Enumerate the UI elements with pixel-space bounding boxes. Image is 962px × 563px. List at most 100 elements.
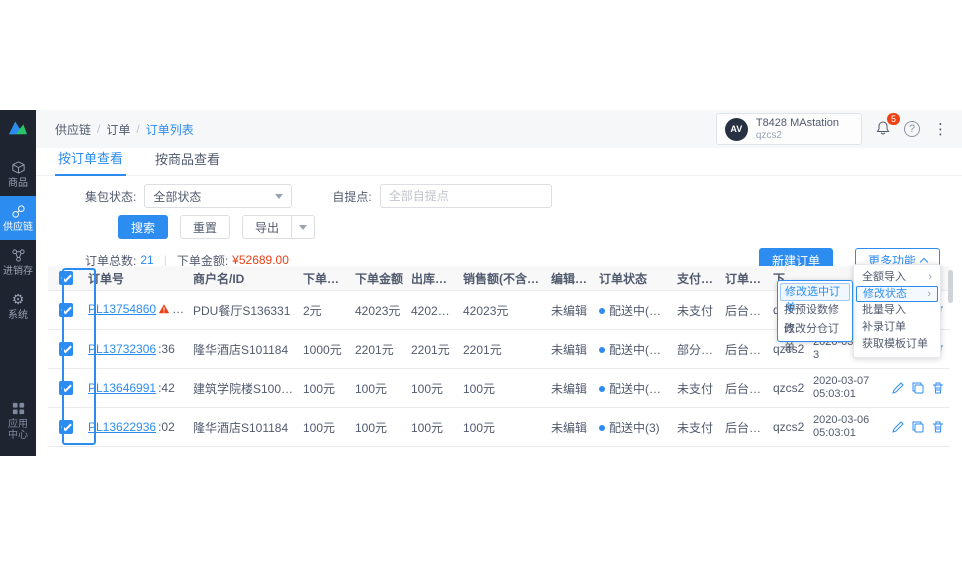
menu-item-label: 获取模板订单 (862, 336, 928, 353)
order-link[interactable]: PL13754860 (88, 302, 156, 316)
row-checkbox-cell (48, 420, 84, 434)
search-button[interactable]: 搜索 (118, 215, 168, 239)
header-merchant: 商户名/ID (189, 270, 299, 287)
order-amount-cell: 100元 (351, 419, 407, 436)
select-all-checkbox[interactable] (59, 271, 73, 285)
sales-amount-cell: 2201元 (459, 341, 547, 358)
inventory-icon (11, 248, 26, 263)
delete-button[interactable] (931, 420, 943, 434)
order-source-cell: 后台下单 (721, 341, 769, 358)
chevron-down-icon (275, 194, 283, 199)
header-sales-amount: 销售额(不含税、运) (459, 270, 547, 287)
user-menu[interactable]: AV T8428 MAstation qzcs2 (716, 113, 862, 145)
submenu-arrow-icon: › (928, 269, 932, 286)
order-amount-cell: 2201元 (351, 341, 407, 358)
header-order-amount: 下单金额 (351, 270, 407, 287)
submenu-item-modify-split[interactable]: 修改分仓订单 (778, 320, 852, 339)
kebab-menu-icon[interactable]: ⋮ (933, 120, 948, 138)
edit-button[interactable] (891, 381, 905, 395)
operator-cell: qzcs2 (769, 420, 809, 434)
row-checkbox-cell (48, 381, 84, 395)
sidebar-item-supply-chain[interactable]: 供应链 (0, 196, 36, 240)
order-amount-value: ¥52689.00 (232, 253, 289, 267)
sidebar-item-system[interactable]: ⚙ 系统 (0, 284, 36, 328)
order-link[interactable]: PL13622936 (88, 420, 156, 434)
outbound-amount-cell: 100元 (407, 380, 459, 397)
sales-amount-cell: 42023元 (459, 302, 547, 319)
copy-button[interactable] (911, 381, 925, 395)
sidebar-item-inventory[interactable]: 进销存 (0, 240, 36, 284)
order-no-cell: PL13646991:42 (84, 381, 189, 395)
row-checkbox[interactable] (59, 420, 73, 434)
header-pay-status: 支付状态 (673, 270, 721, 287)
bundle-status-select[interactable]: 全部状态 (144, 184, 292, 208)
notification-badge: 5 (887, 113, 900, 125)
menu-item-get-template-order[interactable]: 获取模板订单 (854, 336, 940, 353)
menu-item-batch-import[interactable]: 批量导入 (854, 302, 940, 319)
order-time-cell: 2020-03-06 05:03:01 (809, 414, 887, 440)
order-link[interactable]: PL13732306 (88, 342, 156, 356)
logo-icon (7, 119, 29, 137)
order-link[interactable]: PL13646991 (88, 381, 156, 395)
original-price-cell: 1000元 (299, 341, 351, 358)
outbound-amount-cell: 42023元 (407, 302, 459, 319)
sales-amount-cell: 100元 (459, 380, 547, 397)
sidebar-item-products[interactable]: 商品 (0, 152, 36, 196)
user-name: T8428 MAstation (756, 117, 839, 130)
status-dot (599, 347, 605, 353)
notification-button[interactable]: 5 (875, 120, 891, 139)
vertical-scrollbar-thumb[interactable] (948, 270, 953, 303)
warning-icon (158, 303, 170, 318)
export-dropdown-button[interactable] (292, 215, 315, 239)
summary-divider: | (164, 253, 167, 267)
pickup-point-input[interactable] (380, 184, 552, 208)
merchant-cell: 隆华酒店S101184 (189, 419, 299, 436)
breadcrumb-orders[interactable]: 订单 (106, 121, 130, 138)
row-checkbox[interactable] (59, 303, 73, 317)
order-status-text: 配送中(A-1-1) (609, 382, 673, 396)
bundle-status-value: 全部状态 (153, 188, 201, 205)
submenu-arrow-icon: › (927, 287, 931, 301)
order-status-text: 配送中(A-3-1) (609, 304, 673, 318)
pay-status-cell: 部分支付 (673, 341, 721, 358)
header-outbound-amount: 出库金额 (407, 270, 459, 287)
menu-item-label: 修改状态 (863, 287, 907, 301)
row-actions-cell (887, 420, 943, 434)
user-account: qzcs2 (756, 130, 839, 141)
edit-button[interactable] (891, 420, 905, 434)
menu-item-modify-status[interactable]: 修改状态 › (856, 286, 938, 302)
modify-status-submenu: 修改选中订单 按预设数修改 修改分仓订单 (777, 280, 853, 342)
row-checkbox[interactable] (59, 342, 73, 356)
sidebar-item-app-center[interactable]: 应用中心 (5, 393, 31, 448)
order-status-cell: 配送中(3) (595, 419, 673, 436)
outbound-amount-cell: 2201元 (407, 341, 459, 358)
submenu-item-modify-selected[interactable]: 修改选中订单 (780, 283, 850, 301)
sidebar: 商品 供应链 进销存 ⚙ 系统 (0, 110, 36, 456)
sidebar-nav: 商品 供应链 进销存 ⚙ 系统 (0, 152, 36, 328)
breadcrumb-supply-chain[interactable]: 供应链 (55, 121, 91, 138)
menu-item-supplement-order[interactable]: 补录订单 (854, 319, 940, 336)
header-checkbox-cell (48, 271, 84, 285)
export-button[interactable]: 导出 (242, 215, 292, 239)
menu-item-full-import[interactable]: 全额导入 › (854, 269, 940, 286)
reset-button[interactable]: 重置 (180, 215, 230, 239)
export-split-button: 导出 (242, 215, 315, 239)
breadcrumb-separator: / (97, 122, 100, 136)
status-dot (599, 386, 605, 392)
copy-button[interactable] (911, 420, 925, 434)
operator-cell: qzcs2 (769, 381, 809, 395)
tab-product-view[interactable]: 按商品查看 (152, 149, 223, 175)
row-checkbox[interactable] (59, 381, 73, 395)
help-button[interactable]: ? (904, 121, 920, 137)
avatar: AV (725, 118, 748, 141)
tab-order-view[interactable]: 按订单查看 (55, 148, 126, 176)
breadcrumb-separator: / (136, 122, 139, 136)
submenu-item-modify-by-preset[interactable]: 按预设数修改 (778, 301, 852, 320)
order-status-cell: 配送中(A-1-1) (595, 380, 673, 397)
header-order-source: 订单来源 (721, 270, 769, 287)
order-amount-cell: 42023元 (351, 302, 407, 319)
delete-button[interactable] (931, 381, 943, 395)
order-source-cell: 后台下单 (721, 380, 769, 397)
sidebar-item-label: 商品 (8, 178, 28, 189)
header-edit-status: 编辑状态 (547, 270, 595, 287)
